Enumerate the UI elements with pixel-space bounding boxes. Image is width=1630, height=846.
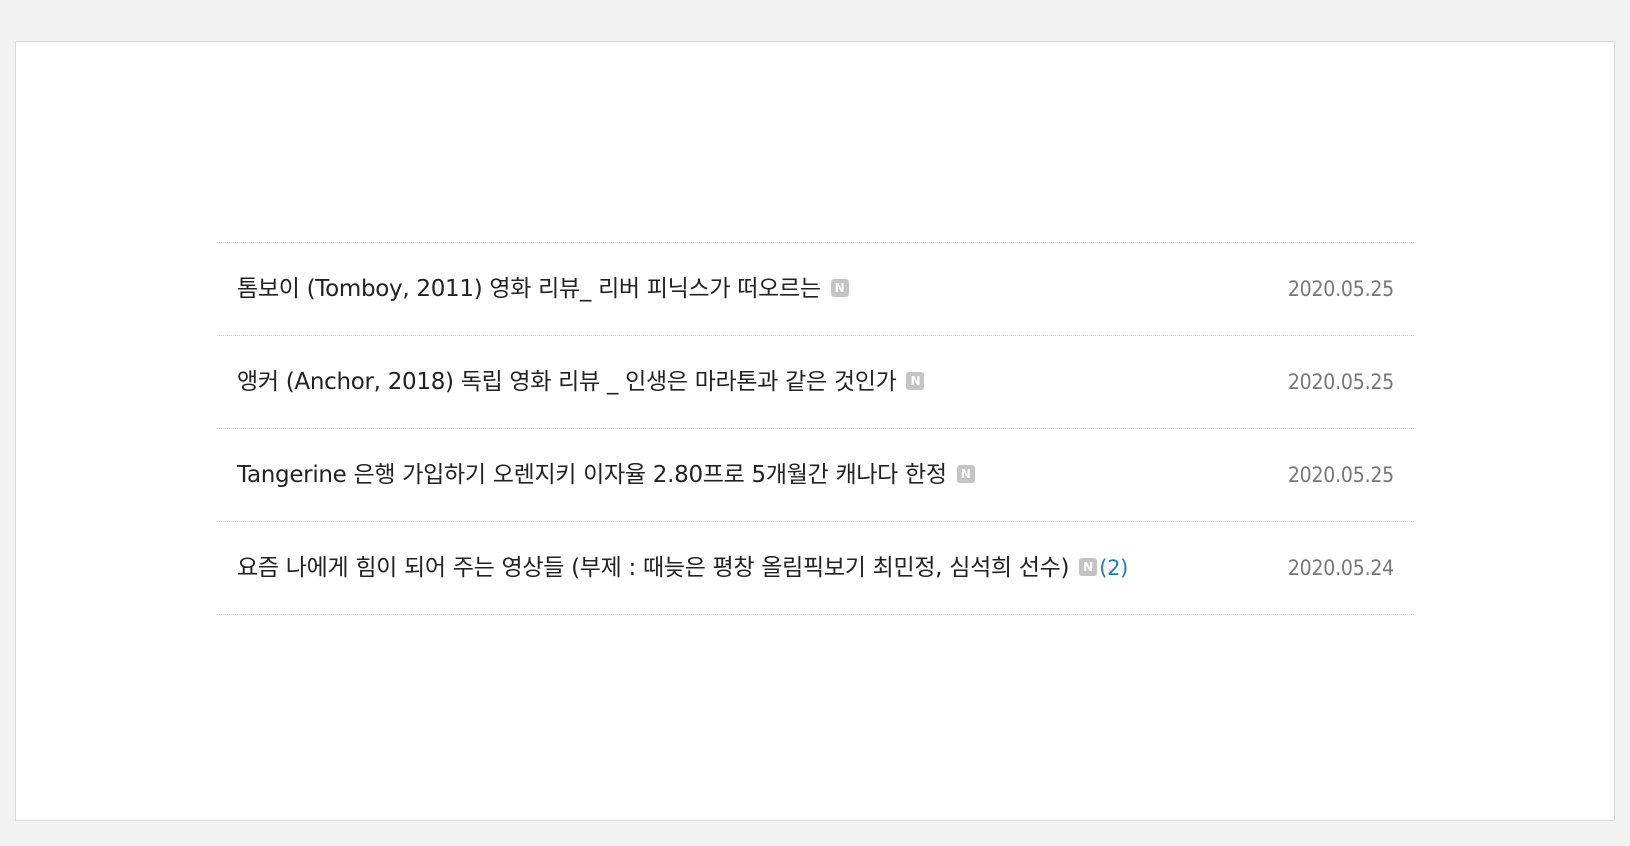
post-title: 앵커 (Anchor, 2018) 독립 영화 리뷰 _ 인생은 마라톤과 같은…: [237, 369, 897, 395]
post-title-link[interactable]: Tangerine 은행 가입하기 오렌지키 이자율 2.80프로 5개월간 캐…: [237, 429, 975, 521]
new-badge-icon: N: [830, 279, 849, 297]
post-date: 2020.05.25: [1287, 370, 1394, 394]
post-title-link[interactable]: 요즘 나에게 힘이 되어 주는 영상들 (부제 : 때늦은 평창 올림픽보기 최…: [237, 522, 1128, 614]
new-badge-icon: N: [1079, 558, 1098, 576]
post-title-link[interactable]: 톰보이 (Tomboy, 2011) 영화 리뷰_ 리버 피닉스가 떠오르는 N: [237, 243, 849, 335]
post-date: 2020.05.25: [1287, 463, 1394, 487]
recent-posts-list: 톰보이 (Tomboy, 2011) 영화 리뷰_ 리버 피닉스가 떠오르는 N …: [217, 242, 1414, 615]
post-title: Tangerine 은행 가입하기 오렌지키 이자율 2.80프로 5개월간 캐…: [237, 462, 947, 488]
list-item: Tangerine 은행 가입하기 오렌지키 이자율 2.80프로 5개월간 캐…: [217, 429, 1414, 522]
list-item: 톰보이 (Tomboy, 2011) 영화 리뷰_ 리버 피닉스가 떠오르는 N …: [217, 243, 1414, 336]
post-title: 톰보이 (Tomboy, 2011) 영화 리뷰_ 리버 피닉스가 떠오르는: [237, 276, 821, 302]
list-item: 요즘 나에게 힘이 되어 주는 영상들 (부제 : 때늦은 평창 올림픽보기 최…: [217, 522, 1414, 615]
post-date: 2020.05.24: [1287, 556, 1394, 580]
list-item: 앵커 (Anchor, 2018) 독립 영화 리뷰 _ 인생은 마라톤과 같은…: [217, 336, 1414, 429]
post-title: 요즘 나에게 힘이 되어 주는 영상들 (부제 : 때늦은 평창 올림픽보기 최…: [237, 555, 1070, 581]
new-badge-icon: N: [956, 465, 975, 483]
comment-count[interactable]: (2): [1099, 556, 1128, 580]
post-date: 2020.05.25: [1287, 277, 1394, 301]
post-title-link[interactable]: 앵커 (Anchor, 2018) 독립 영화 리뷰 _ 인생은 마라톤과 같은…: [237, 336, 925, 428]
new-badge-icon: N: [906, 372, 925, 390]
content-panel: 톰보이 (Tomboy, 2011) 영화 리뷰_ 리버 피닉스가 떠오르는 N …: [15, 41, 1615, 821]
